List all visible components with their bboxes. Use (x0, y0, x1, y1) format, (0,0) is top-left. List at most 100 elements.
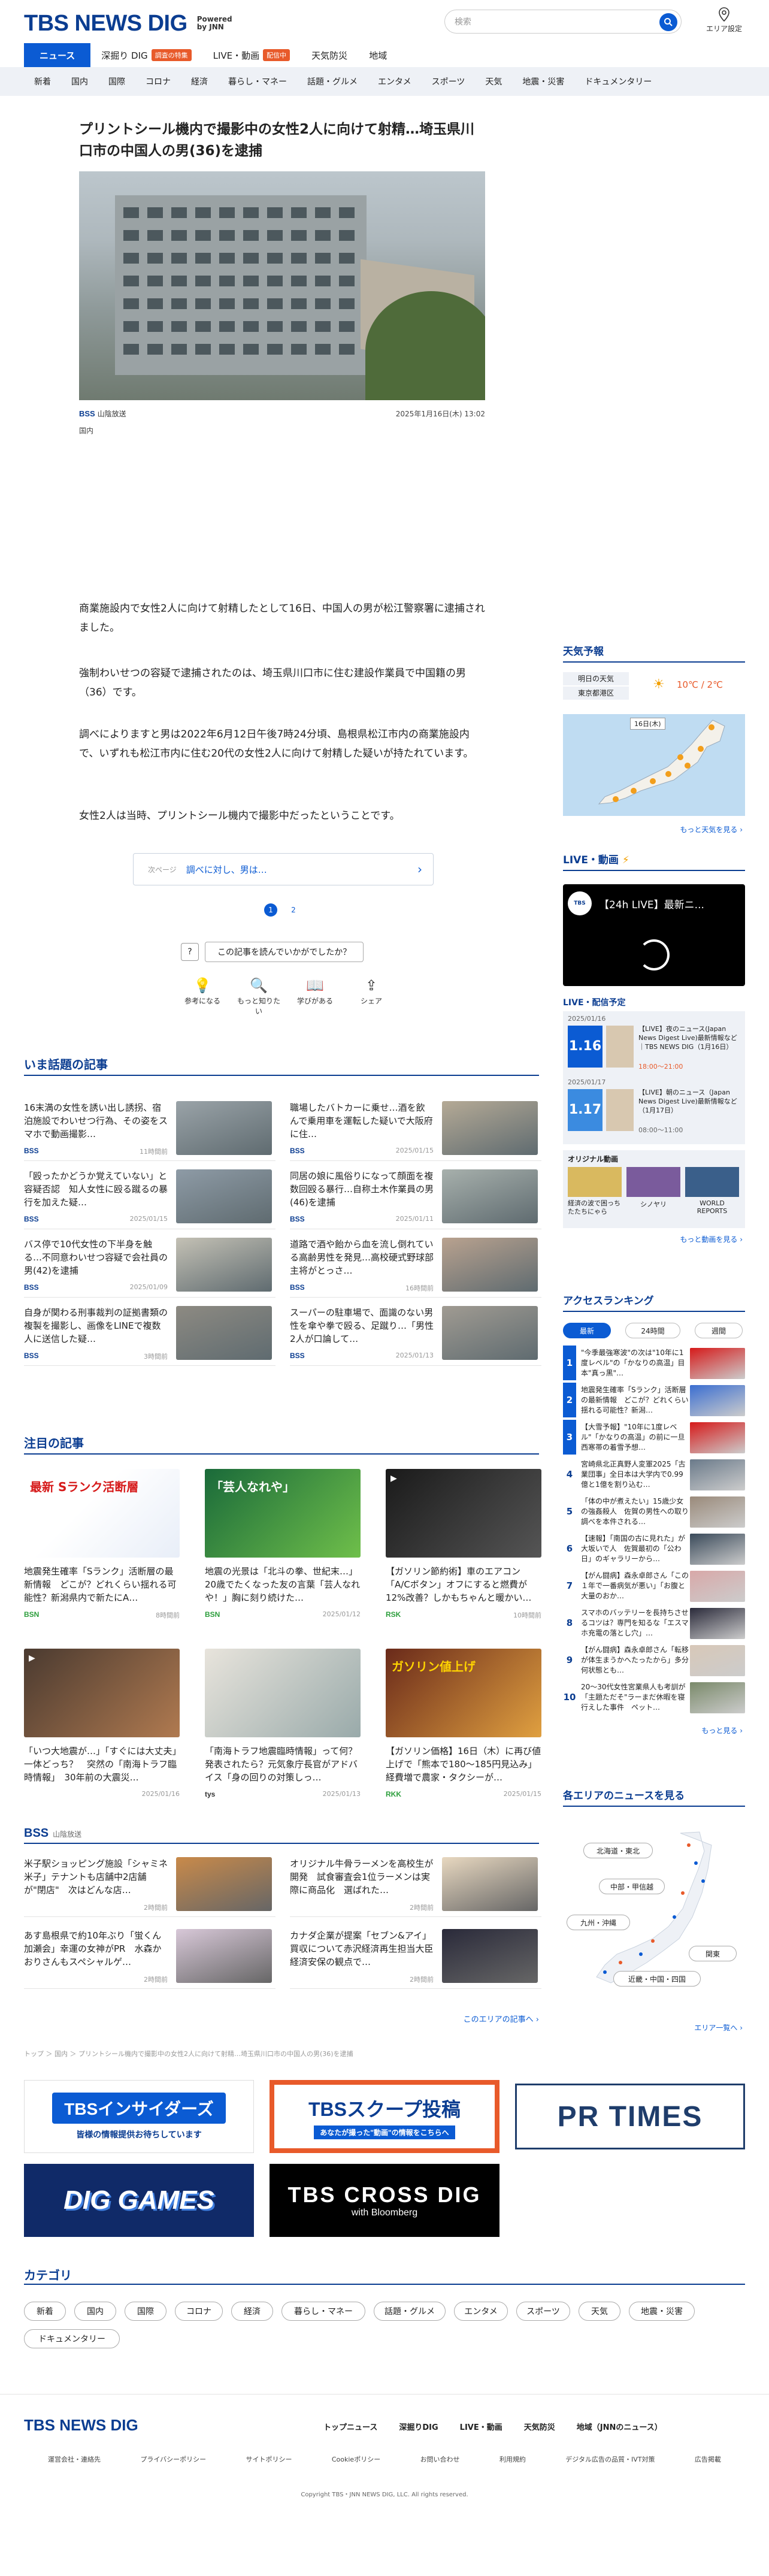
subnav-item[interactable]: 暮らし・マネー (218, 75, 297, 87)
footer-sublink[interactable]: 運営会社・連絡先 (48, 2454, 101, 2464)
local-card[interactable]: 米子駅ショッピング施設「シャミネ米子」テナントも店舗中2店舗が"閉店" 次はどん… (24, 1855, 275, 1917)
category-chip[interactable]: 天気 (579, 2302, 620, 2321)
topic-card[interactable]: 職場したバトカーに乗せ…酒を飲んで乗用車を運転した疑いで大阪府に住… BSS 202… (290, 1099, 541, 1161)
featured-card[interactable]: 「芸人なれや」 地震の光景は「北斗の拳、世紀末…」20歳でたくなった友の言葉「芸人… (205, 1469, 361, 1663)
reaction-learn[interactable]: 📖 学びがある (291, 975, 339, 1006)
ranking-more-link[interactable]: もっと見る › (563, 1725, 743, 1736)
banner-scoop[interactable]: TBSスクープ投稿 あなたが撮った"動画"の情報をこちらへ (270, 2080, 499, 2153)
featured-card[interactable]: 「南海トラフ地震臨時情報」って何？発表されたら？元気象庁長官がアドバイス「身の回… (205, 1649, 361, 1843)
nav-dig[interactable]: 深掘り DIG 調査の特集 (90, 43, 202, 67)
category-chip[interactable]: 経済 (231, 2302, 273, 2321)
footer-link[interactable]: 天気防災 (524, 2421, 555, 2432)
site-logo[interactable]: TBS NEWS DIG Powered by JNN (24, 10, 233, 37)
topic-card[interactable]: 自身が関わる刑事裁判の証拠書類の複製を撮影し、画像をLINEで複数人に送信した疑… (24, 1304, 275, 1366)
article-category[interactable]: 国内 (79, 425, 93, 436)
ranking-item[interactable]: 3 【大雪予報】"10年に1度レベル"「かなりの高温」の前に一旦西寒帯の着雪予想… (563, 1420, 745, 1455)
ranking-item[interactable]: 10 20〜30代女性宮業県人も考訓が「主題ただそ"ラーまだ休暇を寝行えした事件 … (563, 1680, 745, 1715)
subnav-item[interactable]: 国内 (61, 75, 98, 87)
local-card[interactable]: あす島根県で約10年ぶり「蛍くん加瀬会」幸運の女神がPR 水森かおりさんもスペシ… (24, 1927, 275, 1989)
banner-prtimes[interactable]: PR TIMES (515, 2084, 745, 2149)
category-chip[interactable]: 国際 (125, 2302, 166, 2321)
category-chip[interactable]: ドキュメンタリー (24, 2329, 120, 2348)
subnav-item[interactable]: 地震・災害 (512, 75, 574, 87)
survey-box[interactable]: ? この記事を読んでいかがでしたか？ (181, 942, 386, 962)
ranking-item[interactable]: 5 「体の中が煮えたい」15歳少女の強姦殺人 佐賀の男性への取り調べを本件される… (563, 1494, 745, 1529)
subnav-item[interactable]: エンタメ (368, 75, 422, 87)
schedule-item[interactable]: 【LIVE】朝のニュース（Japan News Digest Live)最新情報… (638, 1088, 741, 1115)
ranking-item[interactable]: 1 "今季最強寒波"の次は"10年に1度レベル"の「かなりの高温」目本"真っ黒"… (563, 1346, 745, 1380)
footer-logo[interactable]: TBS NEWS DIG (24, 2416, 138, 2435)
subnav-item[interactable]: 経済 (181, 75, 218, 87)
featured-card[interactable]: 最新 Sランク活断層 地震発生確率「Sランク」活断層の最新情報 どこが？どれくらい… (24, 1469, 180, 1663)
topic-card[interactable]: 「殴ったかどうか覚えていない」と容疑否認 知人女性に殴る蹴るの暴行を加えた疑… B… (24, 1167, 275, 1229)
nav-news[interactable]: ニュース (24, 43, 91, 67)
footer-link[interactable]: トップニュース (323, 2421, 377, 2432)
tab-weekly[interactable]: 週間 (695, 1323, 743, 1338)
topic-card[interactable]: 道路で酒や飴から血を流し倒れている高齢男性を発見…高校硬式野球部主将がとっさ… B… (290, 1235, 541, 1298)
article-source[interactable]: BSS 山陰放送 (79, 409, 126, 419)
footer-link[interactable]: 地域（JNNのニュース） (577, 2421, 662, 2432)
area-kinki-chugoku-shikoku[interactable]: 近畿・中国・四国 (613, 1971, 701, 1987)
footer-sublink[interactable]: 利用規約 (499, 2454, 526, 2464)
ranking-item[interactable]: 9 【がん闘病】森永卓郎さん「転移が体生まうかへたったから」多分何状態とも… (563, 1643, 745, 1677)
reaction-share[interactable]: ⇪ シェア (347, 975, 395, 1006)
category-chip[interactable]: コロナ (175, 2302, 223, 2321)
tab-24h[interactable]: 24時間 (625, 1323, 680, 1338)
local-more-link[interactable]: このエリアの記事へ › (419, 2013, 539, 2024)
ranking-item[interactable]: 7 【がん闘病】森永卓郎さん「この１年で一番病気が悪い」「お腹と大量のおか… (563, 1568, 745, 1603)
ranking-item[interactable]: 4 宮崎県北正真野人変軍2025「古業団事」全日本は大学内で0.99億と1億を割り… (563, 1457, 745, 1492)
footer-sublink[interactable]: デジタル広告の品質・IVT対策 (565, 2454, 655, 2464)
tab-latest[interactable]: 最新 (563, 1323, 611, 1338)
footer-sublink[interactable]: お問い合わせ (420, 2454, 460, 2464)
search-button[interactable] (659, 13, 677, 31)
subnav-item[interactable]: 国際 (98, 75, 135, 87)
local-card[interactable]: オリジナル牛骨ラーメンを高校生が開発 試食審査会1位ラーメンは実際に商品化 選ば… (290, 1855, 541, 1917)
footer-sublink[interactable]: サイトポリシー (246, 2454, 292, 2464)
banner-cross-dig[interactable]: TBS CROSS DIG with Bloomberg (270, 2164, 499, 2237)
category-chip[interactable]: 国内 (74, 2302, 116, 2321)
category-chip[interactable]: エンタメ (454, 2302, 508, 2321)
banner-dig-games[interactable]: DIG GAMES (24, 2164, 254, 2237)
category-chip[interactable]: 地震・災害 (629, 2302, 695, 2321)
schedule-item[interactable]: 【LIVE】夜のニュース(Japan News Digest Live)最新情報… (638, 1024, 741, 1051)
category-chip[interactable]: スポーツ (516, 2302, 570, 2321)
featured-card[interactable]: ガソリン値上げ 【ガソリン価格】16日（木）に再び値上げで「熊本で180〜185円… (386, 1649, 541, 1843)
subnav-item[interactable]: 新着 (24, 75, 61, 87)
area-setting-button[interactable]: エリア設定 (703, 7, 745, 34)
topic-card[interactable]: 同居の娘に風俗りになって顔面を複数回殴る暴行…自称土木作業員の男(46)を逮捕 B… (290, 1167, 541, 1229)
category-chip[interactable]: 暮らし・マネー (281, 2302, 365, 2321)
footer-link[interactable]: 深掘りDIG (399, 2421, 438, 2432)
footer-sublink[interactable]: プライバシーポリシー (140, 2454, 206, 2464)
weather-more-link[interactable]: もっと天気を見る › (563, 824, 743, 835)
featured-card[interactable]: ▶ 「いつ大地震が…」「すぐには大丈夫」一体どっち？ 突然の「南海トラフ臨時情報」… (24, 1649, 180, 1843)
original-video-thumb[interactable] (626, 1167, 680, 1197)
area-hokkaido-tohoku[interactable]: 北海道・東北 (583, 1843, 653, 1858)
page-1[interactable]: 1 (264, 903, 277, 917)
original-video-thumb[interactable] (568, 1167, 622, 1197)
reaction-helpful[interactable]: 💡 参考になる (178, 975, 226, 1006)
topic-card[interactable]: スーパーの駐車場で、面識のない男性を傘や拳で殴る、足蹴り…「男性2人が口論して…… (290, 1304, 541, 1366)
topic-card[interactable]: 16末満の女性を誘い出し誘拐、宿泊施設でわいせつ行為、その姿をスマホで動画撮影…… (24, 1099, 275, 1161)
featured-card[interactable]: ▶ 【ガソリン節約術】車のエアコン「A/Cボタン」オフにすると燃費が12%改善？し… (386, 1469, 541, 1663)
ranking-item[interactable]: 8 スマホのバッテリーを長持ちさせるコツは？専門を知るな「エスマホ充電の落とし穴」… (563, 1606, 745, 1640)
nav-live[interactable]: LIVE・動画 配信中 (202, 43, 301, 67)
search-input[interactable]: 検索 (444, 10, 682, 34)
topic-card[interactable]: バス停で10代女性の下半身を触る…不同意わいせつ容疑で会社員の男(42)を逮捕 B… (24, 1235, 275, 1298)
ranking-item[interactable]: 2 地震発生確率「Sランク」活断層の最新情報 どこが？どれくらい揺れる可能性？新潟… (563, 1383, 745, 1417)
local-card[interactable]: カナダ企業が提案「セブン&アイ」買収について赤沢経済再生担当大臣 経済安保の観点… (290, 1927, 541, 1989)
live-video-player[interactable]: TBS 【24h LIVE】最新ニ... (563, 884, 745, 986)
category-chip[interactable]: 新着 (24, 2302, 66, 2321)
subnav-item[interactable]: スポーツ (422, 75, 476, 87)
nav-weather[interactable]: 天気防災 (301, 43, 358, 67)
banner-insiders[interactable]: TBSインサイダーズ 皆様の情報提供お待ちしています (24, 2080, 254, 2153)
nav-region[interactable]: 地域 (358, 43, 398, 67)
ranking-item[interactable]: 6 【速報】「南国の古に見れた」が大坂いで人 佐賀最初の「公わ日」のギャラリーから… (563, 1531, 745, 1566)
footer-sublink[interactable]: Cookieポリシー (332, 2454, 380, 2464)
area-kanto[interactable]: 関東 (689, 1946, 737, 1961)
original-video-thumb[interactable] (685, 1167, 739, 1197)
page-2[interactable]: 2 (287, 903, 300, 917)
area-more-link[interactable]: エリア一覧へ › (563, 2022, 743, 2033)
category-chip[interactable]: 話題・グルメ (374, 2302, 446, 2321)
weather-box[interactable]: 明日の天気 東京都港区 ☀ 10℃ / 2℃ (563, 666, 745, 705)
footer-link[interactable]: LIVE・動画 (460, 2421, 502, 2432)
